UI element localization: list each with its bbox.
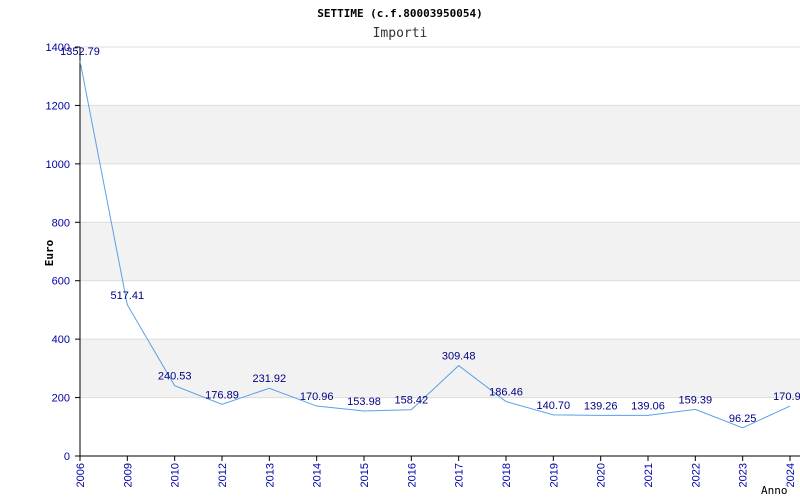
data-label: 176.89 (205, 389, 239, 401)
chart: 0200400600800100012001400 2006 2009 2010 20… (43, 7, 800, 497)
y-tick-label: 800 (52, 217, 70, 229)
x-tick-label: 2020 (596, 463, 608, 487)
y-tick-label: 1200 (46, 100, 70, 112)
data-label: 1352.79 (60, 46, 100, 58)
x-tick-label: 2019 (548, 463, 560, 487)
x-tick-label: 2015 (359, 463, 371, 487)
x-tick-labels: 2006 2009 2010 2012 2013 2014 2015 2016 2017 2018… (75, 463, 797, 487)
x-tick-label: 2006 (75, 463, 87, 487)
x-tick-label: 2014 (312, 463, 324, 487)
y-tick-label: 600 (52, 276, 70, 288)
data-label: 153.98 (347, 396, 381, 408)
x-tick-label: 2023 (738, 463, 750, 487)
data-label: 186.46 (489, 387, 523, 399)
x-tick-label: 2010 (170, 463, 182, 487)
y-tick-label: 1000 (46, 159, 70, 171)
data-label: 309.48 (442, 351, 476, 363)
x-tick-label: 2017 (454, 463, 466, 487)
data-label: 139.26 (584, 400, 618, 412)
data-label: 517.41 (111, 290, 145, 302)
background-bands (80, 105, 800, 398)
data-label: 240.53 (158, 371, 192, 383)
chart-title: SETTIME (c.f.80003950054) (317, 7, 483, 20)
y-tick-label: 400 (52, 334, 70, 346)
data-label: 170.96 (773, 391, 800, 403)
data-label: 159.39 (679, 394, 713, 406)
background-band (80, 105, 800, 164)
background-band (80, 222, 800, 281)
y-axis-label: Euro (43, 239, 56, 266)
data-label: 139.06 (631, 400, 665, 412)
y-tick-label: 0 (64, 451, 70, 463)
data-label: 231.92 (253, 373, 287, 385)
data-label: 96.25 (729, 413, 757, 425)
y-tick-label: 200 (52, 393, 70, 405)
x-tick-label: 2012 (217, 463, 229, 487)
data-label: 158.42 (395, 395, 429, 407)
x-axis-label: Anno (761, 484, 788, 497)
x-tick-label: 2022 (690, 463, 702, 487)
chart-subtitle: Importi (373, 26, 428, 41)
data-label: 140.70 (537, 400, 571, 412)
background-band (80, 339, 800, 398)
x-tick-label: 2009 (122, 463, 134, 487)
x-tick-label: 2018 (501, 463, 513, 487)
x-tick-label: 2021 (643, 463, 655, 487)
x-tick-label: 2016 (406, 463, 418, 487)
data-label: 170.96 (300, 391, 334, 403)
x-tick-label: 2013 (264, 463, 276, 487)
